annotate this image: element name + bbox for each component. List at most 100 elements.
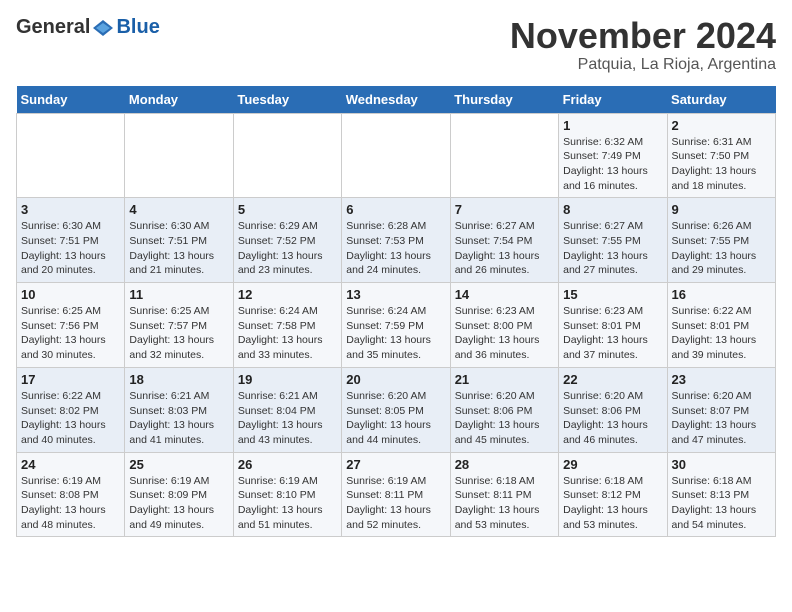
day-number: 14 [455, 287, 554, 302]
day-of-week-header: Wednesday [342, 86, 450, 114]
day-info: Sunrise: 6:19 AM Sunset: 8:11 PM Dayligh… [346, 474, 445, 533]
day-of-week-header: Sunday [17, 86, 125, 114]
calendar-cell: 17 Sunrise: 6:22 AM Sunset: 8:02 PM Dayli… [17, 367, 125, 452]
day-number: 24 [21, 457, 120, 472]
day-info: Sunrise: 6:19 AM Sunset: 8:10 PM Dayligh… [238, 474, 337, 533]
title-block: November 2024 Patquia, La Rioja, Argenti… [510, 16, 776, 74]
day-number: 27 [346, 457, 445, 472]
calendar-cell: 10 Sunrise: 6:25 AM Sunset: 7:56 PM Dayli… [17, 283, 125, 368]
day-info: Sunrise: 6:30 AM Sunset: 7:51 PM Dayligh… [129, 219, 228, 278]
day-info: Sunrise: 6:19 AM Sunset: 8:08 PM Dayligh… [21, 474, 120, 533]
calendar-cell: 30 Sunrise: 6:18 AM Sunset: 8:13 PM Dayli… [667, 452, 775, 537]
logo-blue: Blue [116, 16, 159, 39]
calendar-cell: 19 Sunrise: 6:21 AM Sunset: 8:04 PM Dayli… [233, 367, 341, 452]
day-number: 18 [129, 372, 228, 387]
calendar-cell: 2 Sunrise: 6:31 AM Sunset: 7:50 PM Daylig… [667, 113, 775, 198]
day-number: 20 [346, 372, 445, 387]
day-info: Sunrise: 6:29 AM Sunset: 7:52 PM Dayligh… [238, 219, 337, 278]
calendar-cell: 23 Sunrise: 6:20 AM Sunset: 8:07 PM Dayli… [667, 367, 775, 452]
day-info: Sunrise: 6:19 AM Sunset: 8:09 PM Dayligh… [129, 474, 228, 533]
calendar-header-row: SundayMondayTuesdayWednesdayThursdayFrid… [17, 86, 776, 114]
day-number: 11 [129, 287, 228, 302]
calendar-cell: 24 Sunrise: 6:19 AM Sunset: 8:08 PM Dayli… [17, 452, 125, 537]
calendar-cell: 22 Sunrise: 6:20 AM Sunset: 8:06 PM Dayli… [559, 367, 667, 452]
calendar-cell: 28 Sunrise: 6:18 AM Sunset: 8:11 PM Dayli… [450, 452, 558, 537]
day-number: 23 [672, 372, 771, 387]
calendar-cell: 16 Sunrise: 6:22 AM Sunset: 8:01 PM Dayli… [667, 283, 775, 368]
calendar-cell: 26 Sunrise: 6:19 AM Sunset: 8:10 PM Dayli… [233, 452, 341, 537]
day-of-week-header: Monday [125, 86, 233, 114]
calendar-week-row: 17 Sunrise: 6:22 AM Sunset: 8:02 PM Dayli… [17, 367, 776, 452]
day-number: 25 [129, 457, 228, 472]
day-info: Sunrise: 6:18 AM Sunset: 8:13 PM Dayligh… [672, 474, 771, 533]
day-number: 16 [672, 287, 771, 302]
calendar-cell: 9Sunrise: 6:26 AM Sunset: 7:55 PM Daylig… [667, 198, 775, 283]
month-title: November 2024 [510, 16, 776, 56]
logo-general: General [16, 16, 90, 39]
day-number: 22 [563, 372, 662, 387]
day-info: Sunrise: 6:21 AM Sunset: 8:04 PM Dayligh… [238, 389, 337, 448]
calendar-cell [233, 113, 341, 198]
calendar-cell: 8 Sunrise: 6:27 AM Sunset: 7:55 PM Daylig… [559, 198, 667, 283]
day-info: Sunrise: 6:18 AM Sunset: 8:11 PM Dayligh… [455, 474, 554, 533]
day-info: Sunrise: 6:20 AM Sunset: 8:06 PM Dayligh… [455, 389, 554, 448]
day-number: 28 [455, 457, 554, 472]
day-info: Sunrise: 6:32 AM Sunset: 7:49 PM Dayligh… [563, 135, 662, 194]
day-number: 7 [455, 202, 554, 217]
day-info: Sunrise: 6:31 AM Sunset: 7:50 PM Dayligh… [672, 135, 771, 194]
calendar-cell [450, 113, 558, 198]
day-info: Sunrise: 6:20 AM Sunset: 8:06 PM Dayligh… [563, 389, 662, 448]
calendar-week-row: 1Sunrise: 6:32 AM Sunset: 7:49 PM Daylig… [17, 113, 776, 198]
day-info: Sunrise: 6:21 AM Sunset: 8:03 PM Dayligh… [129, 389, 228, 448]
day-number: 19 [238, 372, 337, 387]
day-info: Sunrise: 6:24 AM Sunset: 7:59 PM Dayligh… [346, 304, 445, 363]
day-info: Sunrise: 6:30 AM Sunset: 7:51 PM Dayligh… [21, 219, 120, 278]
calendar-cell: 18 Sunrise: 6:21 AM Sunset: 8:03 PM Dayli… [125, 367, 233, 452]
day-info: Sunrise: 6:25 AM Sunset: 7:56 PM Dayligh… [21, 304, 120, 363]
calendar-table: SundayMondayTuesdayWednesdayThursdayFrid… [16, 86, 776, 538]
page-header: General Blue November 2024 Patquia, La R… [16, 16, 776, 74]
day-number: 6 [346, 202, 445, 217]
day-number: 3 [21, 202, 120, 217]
day-info: Sunrise: 6:20 AM Sunset: 8:07 PM Dayligh… [672, 389, 771, 448]
location: Patquia, La Rioja, Argentina [510, 56, 776, 74]
day-number: 15 [563, 287, 662, 302]
logo: General Blue [16, 16, 160, 39]
day-number: 13 [346, 287, 445, 302]
day-number: 5 [238, 202, 337, 217]
day-number: 9 [672, 202, 771, 217]
calendar-cell: 3 Sunrise: 6:30 AM Sunset: 7:51 PM Daylig… [17, 198, 125, 283]
day-number: 2 [672, 118, 771, 133]
day-info: Sunrise: 6:28 AM Sunset: 7:53 PM Dayligh… [346, 219, 445, 278]
day-number: 21 [455, 372, 554, 387]
day-number: 17 [21, 372, 120, 387]
logo-icon [93, 20, 113, 36]
calendar-cell: 27 Sunrise: 6:19 AM Sunset: 8:11 PM Dayli… [342, 452, 450, 537]
day-number: 10 [21, 287, 120, 302]
calendar-cell: 14 Sunrise: 6:23 AM Sunset: 8:00 PM Dayli… [450, 283, 558, 368]
day-of-week-header: Saturday [667, 86, 775, 114]
day-number: 8 [563, 202, 662, 217]
day-of-week-header: Tuesday [233, 86, 341, 114]
day-info: Sunrise: 6:23 AM Sunset: 8:01 PM Dayligh… [563, 304, 662, 363]
day-info: Sunrise: 6:23 AM Sunset: 8:00 PM Dayligh… [455, 304, 554, 363]
calendar-cell: 25 Sunrise: 6:19 AM Sunset: 8:09 PM Dayli… [125, 452, 233, 537]
day-of-week-header: Friday [559, 86, 667, 114]
day-number: 29 [563, 457, 662, 472]
calendar-cell: 4Sunrise: 6:30 AM Sunset: 7:51 PM Daylig… [125, 198, 233, 283]
calendar-cell: 5 Sunrise: 6:29 AM Sunset: 7:52 PM Daylig… [233, 198, 341, 283]
calendar-cell: 20Sunrise: 6:20 AM Sunset: 8:05 PM Dayli… [342, 367, 450, 452]
day-info: Sunrise: 6:27 AM Sunset: 7:54 PM Dayligh… [455, 219, 554, 278]
day-number: 30 [672, 457, 771, 472]
calendar-cell: 1Sunrise: 6:32 AM Sunset: 7:49 PM Daylig… [559, 113, 667, 198]
day-info: Sunrise: 6:22 AM Sunset: 8:02 PM Dayligh… [21, 389, 120, 448]
day-info: Sunrise: 6:27 AM Sunset: 7:55 PM Dayligh… [563, 219, 662, 278]
day-info: Sunrise: 6:25 AM Sunset: 7:57 PM Dayligh… [129, 304, 228, 363]
calendar-cell [342, 113, 450, 198]
calendar-cell: 12Sunrise: 6:24 AM Sunset: 7:58 PM Dayli… [233, 283, 341, 368]
day-info: Sunrise: 6:22 AM Sunset: 8:01 PM Dayligh… [672, 304, 771, 363]
day-number: 26 [238, 457, 337, 472]
calendar-cell: 7 Sunrise: 6:27 AM Sunset: 7:54 PM Daylig… [450, 198, 558, 283]
day-number: 12 [238, 287, 337, 302]
calendar-cell [17, 113, 125, 198]
